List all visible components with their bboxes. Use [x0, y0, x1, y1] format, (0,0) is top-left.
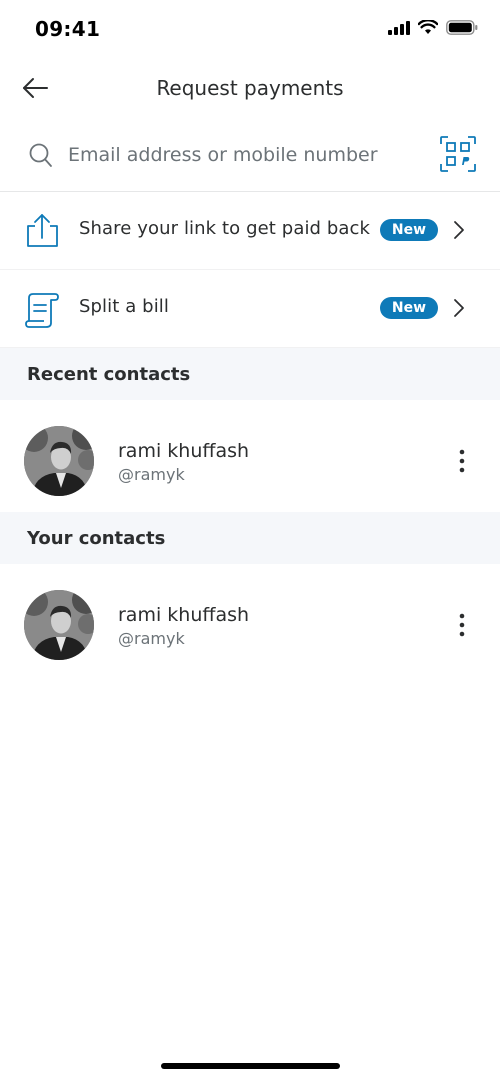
- new-badge: New: [380, 297, 438, 319]
- more-options-button[interactable]: [452, 448, 472, 474]
- contact-row[interactable]: rami khuffash @ramyk: [0, 564, 500, 676]
- avatar: [24, 426, 94, 496]
- contact-handle: @ramyk: [118, 465, 185, 484]
- chevron-right-icon: [454, 221, 464, 239]
- split-bill-label: Split a bill: [79, 296, 170, 317]
- split-bill-row[interactable]: Split a bill New: [0, 270, 500, 348]
- contact-row[interactable]: rami khuffash @ramyk: [0, 400, 500, 512]
- contact-handle: @ramyk: [118, 629, 185, 648]
- search-icon: [29, 143, 52, 167]
- search-input[interactable]: [62, 138, 422, 172]
- status-icons: [388, 20, 478, 35]
- share-link-row[interactable]: Share your link to get paid back New: [0, 192, 500, 270]
- section-title: Your contacts: [27, 528, 166, 549]
- wifi-icon: [418, 20, 438, 34]
- page-title: Request payments: [156, 76, 344, 100]
- share-upload-icon: [27, 214, 58, 247]
- avatar: [24, 590, 94, 660]
- signal-icon: [388, 20, 410, 35]
- home-indicator[interactable]: [161, 1063, 340, 1069]
- more-vertical-icon: [459, 449, 465, 473]
- more-vertical-icon: [459, 613, 465, 637]
- contact-name: rami khuffash: [118, 604, 250, 626]
- recent-contacts-header: Recent contacts: [0, 348, 500, 400]
- contact-name: rami khuffash: [118, 440, 250, 462]
- qr-scan-button[interactable]: [440, 136, 476, 176]
- qr-code-icon: [440, 136, 476, 172]
- search-bar: [0, 122, 500, 192]
- header: Request payments: [0, 60, 500, 120]
- battery-icon: [446, 20, 478, 35]
- chevron-right-icon: [454, 299, 464, 317]
- your-contacts-header: Your contacts: [0, 512, 500, 564]
- status-bar: 09:41: [0, 0, 500, 60]
- status-time: 09:41: [35, 17, 101, 41]
- bill-receipt-icon: [25, 293, 59, 328]
- new-badge: New: [380, 219, 438, 241]
- more-options-button[interactable]: [452, 612, 472, 638]
- share-link-label: Share your link to get paid back: [79, 218, 371, 239]
- section-title: Recent contacts: [27, 364, 191, 385]
